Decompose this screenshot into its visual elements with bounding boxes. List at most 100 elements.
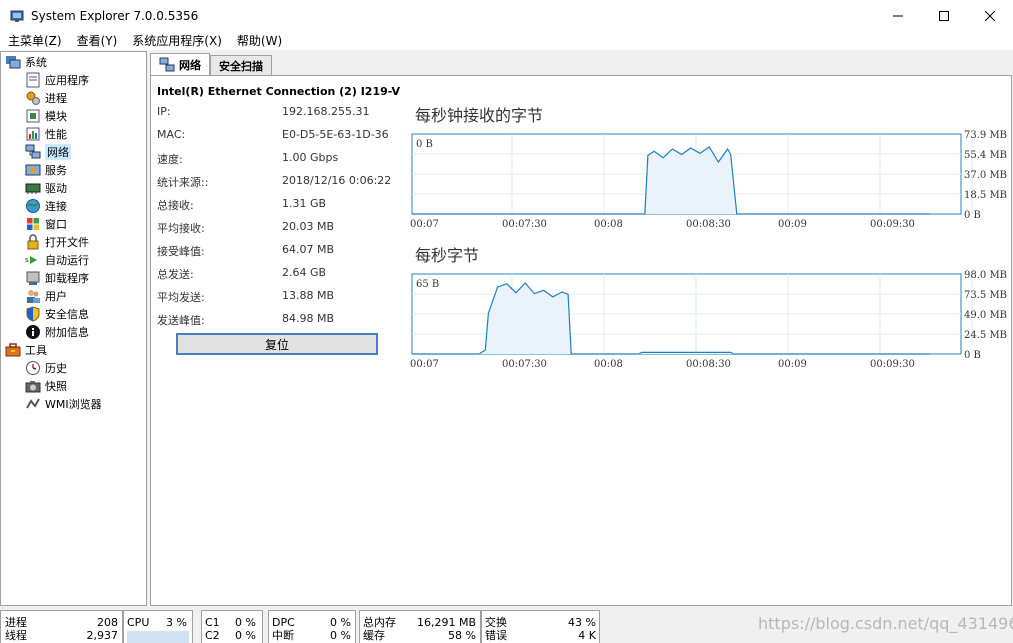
- adapter-field: 速度: 1.00 Gbps: [157, 151, 392, 167]
- close-icon: [985, 10, 995, 21]
- adapter-field-label: MAC:: [157, 128, 186, 141]
- tree-item-users[interactable]: 用户: [25, 287, 67, 305]
- status-cpu: CPU 3 %: [123, 610, 193, 643]
- adapter-field: MAC: E0-D5-5E-63-1D-36: [157, 128, 392, 144]
- camera-icon: [25, 381, 41, 393]
- menu-bar: 主菜单(Z) 查看(Y) 系统应用程序(X) 帮助(W): [0, 31, 1013, 50]
- clock-icon: [26, 361, 40, 375]
- tree-item-snapshot[interactable]: 快照: [25, 377, 67, 395]
- module-icon: [26, 109, 40, 123]
- y-tick-label: 73.9 MB: [964, 130, 1007, 141]
- shield-icon: [26, 306, 40, 322]
- tree-item-open-files[interactable]: 打开文件: [25, 233, 89, 251]
- adapter-field-value: 84.98 MB: [282, 312, 335, 325]
- tree-item-drivers[interactable]: 驱动: [25, 179, 67, 197]
- y-tick-label: 73.5 MB: [964, 290, 1007, 301]
- adapter-field: 接受峰值: 64.07 MB: [157, 243, 392, 259]
- system-explorer-icon: [10, 10, 24, 22]
- adapter-field-label: 速度:: [157, 153, 183, 166]
- x-tick-label: 00:09: [778, 219, 807, 230]
- y-tick-label: 24.5 MB: [964, 330, 1007, 341]
- tree-item-connections[interactable]: 连接: [25, 197, 67, 215]
- minimize-button[interactable]: [875, 0, 921, 31]
- adapter-field-value: 2.64 GB: [282, 266, 327, 279]
- adapter-field-label: 发送峰值:: [157, 314, 205, 327]
- menu-help[interactable]: 帮助(W): [229, 32, 289, 49]
- adapter-field: 平均发送: 13.88 MB: [157, 289, 392, 305]
- tree-item-wmi-browser[interactable]: WMI浏览器: [25, 395, 102, 413]
- lock-icon: [27, 234, 39, 250]
- watermark: https://blog.csdn.net/qq_43149632: [758, 614, 1013, 633]
- tree-item-uninstall[interactable]: 卸载程序: [25, 269, 89, 287]
- computer-icon: [6, 56, 21, 69]
- tab-security-scan[interactable]: 安全扫描: [210, 55, 272, 75]
- tree-item-applications[interactable]: 应用程序: [25, 71, 89, 89]
- adapter-field: 发送峰值: 84.98 MB: [157, 312, 392, 328]
- maximize-icon: [939, 10, 949, 21]
- adapter-field-label: 平均发送:: [157, 291, 205, 304]
- network-icon: [25, 144, 41, 159]
- tree-item-network[interactable]: 网络: [25, 143, 71, 161]
- y-tick-label: 98.0 MB: [964, 270, 1007, 281]
- maximize-button[interactable]: [921, 0, 967, 31]
- gears-icon: [26, 91, 40, 105]
- adapter-name: Intel(R) Ethernet Connection (2) I219-V: [157, 85, 401, 98]
- status-dpc: DPC 0 % 中断 0 %: [268, 610, 356, 643]
- menu-view[interactable]: 查看(Y): [69, 32, 125, 49]
- close-button[interactable]: [967, 0, 1013, 31]
- autorun-arrow-icon: s: [25, 256, 37, 264]
- x-tick-label: 00:07: [410, 219, 439, 230]
- menu-main[interactable]: 主菜单(Z): [0, 32, 69, 49]
- tree-node-tools[interactable]: 工具: [5, 341, 47, 359]
- x-tick-label: 00:07:30: [502, 219, 547, 230]
- tab-network[interactable]: 网络: [150, 53, 210, 75]
- adapter-field-value: 1.31 GB: [282, 197, 327, 210]
- x-tick-label: 00:08:30: [686, 359, 731, 370]
- services-icon: [25, 164, 41, 176]
- x-tick-label: 00:08: [594, 219, 623, 230]
- x-tick-label: 00:08:30: [686, 219, 731, 230]
- tree-node-system[interactable]: 系统: [5, 53, 47, 71]
- status-bar: 进程 208 线程 2,937 CPU 3 % C1 0 % C2 0 % DP…: [0, 607, 600, 643]
- tree-item-windows[interactable]: 窗口: [25, 215, 67, 233]
- y-tick-label: 37.0 MB: [964, 170, 1007, 181]
- applications-icon: [26, 72, 40, 88]
- x-tick-label: 00:09:30: [870, 219, 915, 230]
- menu-system-apps[interactable]: 系统应用程序(X): [124, 32, 229, 49]
- adapter-field-value: E0-D5-5E-63-1D-36: [282, 128, 389, 141]
- x-tick-label: 00:07: [410, 359, 439, 370]
- status-processes: 进程 208 线程 2,937: [0, 610, 123, 643]
- tree-item-modules[interactable]: 模块: [25, 107, 67, 125]
- tree-item-history[interactable]: 历史: [25, 359, 67, 377]
- tree-item-security[interactable]: 安全信息: [25, 305, 89, 323]
- driver-icon: [25, 183, 41, 194]
- users-icon: [27, 290, 40, 303]
- adapter-field-value: 2018/12/16 0:06:22: [282, 174, 392, 187]
- network-icon: [159, 57, 175, 71]
- tree-item-performance[interactable]: 性能: [25, 125, 67, 143]
- globe-icon: [26, 199, 40, 213]
- tree-item-additional-info[interactable]: 附加信息: [25, 323, 89, 341]
- corner-label: 65 B: [416, 279, 439, 290]
- wmi-icon: [26, 398, 40, 409]
- status-swap: 交换 43 % 错误 4 K: [481, 610, 600, 643]
- navigation-tree: 系统 应用程序 进程 模块 性能 网络 服务 驱动 连接 窗口 打开文件 s 自…: [0, 51, 147, 606]
- adapter-field-value: 13.88 MB: [282, 289, 335, 302]
- reset-button[interactable]: 复位: [176, 333, 378, 355]
- tree-item-processes[interactable]: 进程: [25, 89, 67, 107]
- y-tick-label: 18.5 MB: [964, 190, 1007, 201]
- chart-bytes-per-second: 65 B 98.0 MB 73.5 MB 49.0 MB 24.5 MB 0 B 00:07…: [410, 270, 1007, 370]
- tree-item-services[interactable]: 服务: [25, 161, 67, 179]
- status-memory: 总内存 16,291 MB 缓存 58 %: [359, 610, 481, 643]
- toolbox-icon: [5, 343, 21, 357]
- adapter-field: 总发送: 2.64 GB: [157, 266, 392, 282]
- tree-label: 系统: [25, 56, 47, 69]
- chart-received-bytes: 0 B 73.9 MB 55.4 MB 37.0 MB 18.5 MB 0 B 00:07 0…: [410, 130, 1007, 230]
- info-icon: [26, 325, 40, 339]
- adapter-field-value: 1.00 Gbps: [282, 151, 339, 164]
- adapter-field: IP: 192.168.255.31: [157, 105, 392, 121]
- y-tick-label: 0 B: [964, 210, 981, 221]
- performance-icon: [26, 127, 40, 141]
- tree-item-autorun[interactable]: s 自动运行: [25, 251, 89, 269]
- network-panel: Intel(R) Ethernet Connection (2) I219-V …: [150, 75, 1012, 606]
